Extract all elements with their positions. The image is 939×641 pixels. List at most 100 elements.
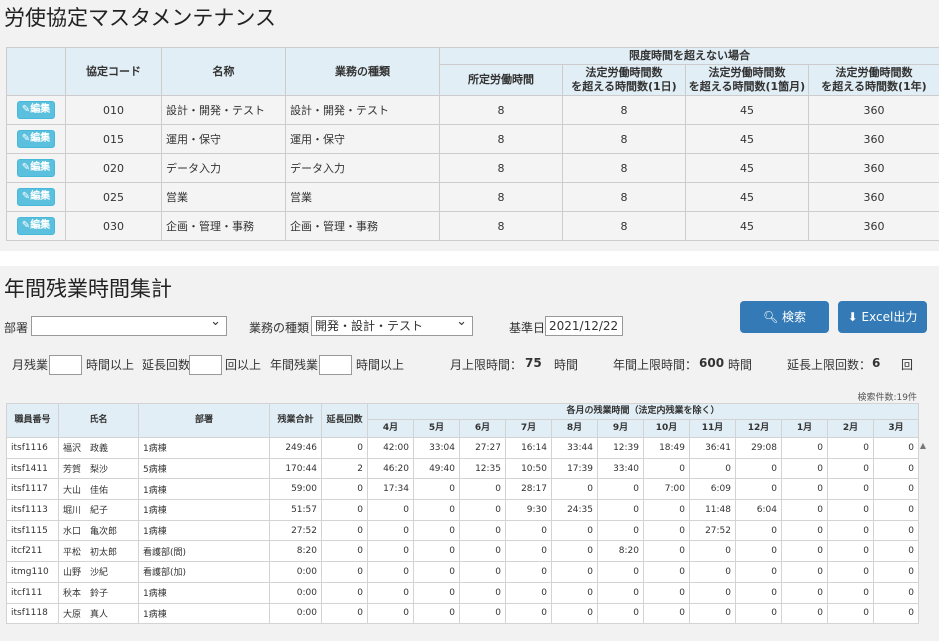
overtime-row[interactable]: itsf1113 堀川 紀子 1病棟 51:57 0 0 0 0 9:30 24:35 0 0 11:4…	[6, 499, 920, 521]
emp-no-cell: itcf211	[6, 540, 59, 563]
month-value-cell: 0	[597, 478, 644, 501]
month-value-cell: 0	[597, 602, 644, 625]
month-value-cell: 24:35	[551, 499, 598, 521]
overtime-row[interactable]: itsf1117 大山 佳佑 1病棟 59:00 0 17:34 0 0 28:17 0 0 7:00…	[6, 478, 920, 501]
edit-button[interactable]: ✎編集	[16, 188, 56, 206]
month-value-cell: 0	[827, 581, 874, 604]
month-value-cell: 0	[689, 561, 736, 583]
ext-count-cell: 2	[321, 457, 368, 480]
month-value-cell: 0	[459, 478, 506, 501]
month-value-cell: 0	[827, 540, 874, 563]
month-value-cell: 0	[872, 478, 920, 501]
edit-button-label: 編集	[30, 104, 51, 115]
agreement-row: ✎編集 020 データ入力 データ入力 8 8 45 360	[6, 153, 939, 183]
month-value-cell: 0	[735, 540, 782, 563]
overtime-row[interactable]: itcf211 平松 初太郎 看護部(間) 8:20 0 0 0 0 0 0 8:20 0 0 0 0 0 0	[6, 540, 920, 563]
overtime-row[interactable]: itmg110 山野 沙紀 看護部(加) 0:00 0 0 0 0 0 0 0 0 0 0 0 0 0	[6, 561, 920, 583]
extension-count-label: 延長回数	[142, 358, 191, 372]
edit-button[interactable]: ✎編集	[16, 217, 56, 235]
business-type: 設計・開発・テスト	[285, 95, 440, 125]
annual-overtime-input[interactable]	[319, 355, 352, 375]
total-cell: 59:00	[269, 478, 322, 501]
search-button-label: 検索	[782, 310, 807, 324]
overtime-row[interactable]: itcf111 秋本 鈴子 1病棟 0:00 0 0 0 0 0 0 0 0 0 0 0 0 0	[6, 581, 920, 604]
agreement-row: ✎編集 015 運用・保守 運用・保守 8 8 45 360	[6, 124, 939, 154]
emp-no-cell: itsf1411	[6, 457, 59, 480]
dept-cell: 1病棟	[138, 437, 270, 459]
overtime-row[interactable]: itsf1118 大原 真人 1病棟 0:00 0 0 0 0 0 0 0 0 0 0 0 0 0	[6, 602, 920, 625]
agreement-master-panel: 労使協定マスタメンテナンス 協定コード 名称 業務の種類 限度時間を超えない場合…	[0, 0, 939, 251]
scheduled-hours: 8	[439, 211, 563, 241]
month-value-cell: 27:27	[459, 437, 506, 459]
edit-button[interactable]: ✎編集	[16, 130, 56, 148]
month-value-cell: 33:40	[597, 457, 644, 480]
month-value-cell: 0	[827, 519, 874, 542]
excess-year: 360	[808, 153, 939, 183]
month-value-cell: 0	[781, 602, 828, 625]
agreement-row: ✎編集 030 企画・管理・事務 企画・管理・事務 8 8 45 360	[6, 211, 939, 241]
annual-overtime-suffix: 時間以上	[356, 358, 405, 372]
result-count: 検索件数:19件	[857, 393, 918, 403]
excess-year: 360	[808, 124, 939, 154]
pencil-icon: ✎	[21, 104, 31, 115]
dept-cell: 看護部(間)	[138, 540, 270, 563]
month-value-cell: 0	[872, 457, 920, 480]
month-limit-label: 月上限時間：	[450, 358, 523, 372]
month-value-cell: 0	[551, 602, 598, 625]
month-value-cell: 46:20	[367, 457, 414, 480]
header-dept: 部署	[138, 403, 270, 438]
month-value-cell: 9:30	[505, 499, 552, 521]
month-value-cell: 0	[872, 540, 920, 563]
extension-count-input[interactable]	[189, 355, 222, 375]
month-value-cell: 0	[643, 602, 690, 625]
business-type-select[interactable]: 開発・設計・テスト	[311, 316, 473, 336]
search-button[interactable]: 🔍︎ 検索	[740, 301, 829, 333]
edit-button[interactable]: ✎編集	[16, 101, 56, 119]
base-date-input[interactable]: 2021/12/22	[545, 316, 623, 336]
annual-overtime-panel: 年間残業時間集計 部署 業務の種類 開発・設計・テスト 基準日 2021/12/…	[0, 266, 939, 641]
month-value-cell: 0	[872, 519, 920, 542]
emp-no-cell: itsf1118	[6, 602, 59, 625]
agreement-code: 020	[65, 153, 162, 183]
excess-year: 360	[808, 182, 939, 212]
overtime-row[interactable]: itsf1115 水口 亀次郎 1病棟 27:52 0 0 0 0 0 0 0 0 27:52 0 0 0 0	[6, 519, 920, 542]
pencil-icon: ✎	[21, 162, 31, 173]
total-cell: 0:00	[269, 581, 322, 604]
excel-export-button[interactable]: ⬇ Excel出力	[838, 301, 927, 333]
agreement-name: 企画・管理・事務	[161, 211, 286, 241]
month-value-cell: 0	[551, 540, 598, 563]
month-limit-value: 75	[525, 356, 542, 370]
month-value-cell: 0	[505, 581, 552, 604]
scroll-up-icon[interactable]: ▲	[920, 441, 926, 450]
month-value-cell: 28:17	[505, 478, 552, 501]
month-value-cell: 0	[551, 478, 598, 501]
month-value-cell: 10:50	[505, 457, 552, 480]
edit-button[interactable]: ✎編集	[16, 159, 56, 177]
excess-month: 45	[685, 153, 809, 183]
month-value-cell: 0	[597, 519, 644, 542]
overtime-row[interactable]: itsf1116 福沢 政義 1病棟 249:46 0 42:00 33:04 27:27 16…	[6, 437, 920, 459]
month-header: 12月	[735, 419, 782, 438]
month-header: 10月	[643, 419, 690, 438]
month-value-cell: 0	[367, 561, 414, 583]
overtime-row[interactable]: itsf1411 芳賀 梨沙 5病棟 170:44 2 46:20 49:40 12:35 10…	[6, 457, 920, 480]
month-value-cell: 0	[827, 437, 874, 459]
monthly-overtime-input[interactable]	[49, 355, 82, 375]
month-value-cell: 0	[643, 540, 690, 563]
month-value-cell: 17:39	[551, 457, 598, 480]
month-value-cell: 0	[367, 540, 414, 563]
agreement-name: 営業	[161, 182, 286, 212]
scheduled-hours: 8	[439, 182, 563, 212]
month-value-cell: 0	[735, 457, 782, 480]
month-value-cell: 17:34	[367, 478, 414, 501]
business-type: 運用・保守	[285, 124, 440, 154]
excel-button-label: Excel出力	[861, 310, 918, 324]
emp-name-cell: 福沢 政義	[58, 437, 139, 459]
pencil-icon: ✎	[21, 191, 31, 202]
month-value-cell: 33:44	[551, 437, 598, 459]
base-date-label: 基準日	[509, 321, 546, 335]
month-value-cell: 0	[505, 602, 552, 625]
dept-select[interactable]	[31, 316, 227, 336]
header-excess-month-line2: を超える時間数(1箇月)	[688, 80, 806, 93]
agreement-row: ✎編集 025 営業 営業 8 8 45 360	[6, 182, 939, 212]
